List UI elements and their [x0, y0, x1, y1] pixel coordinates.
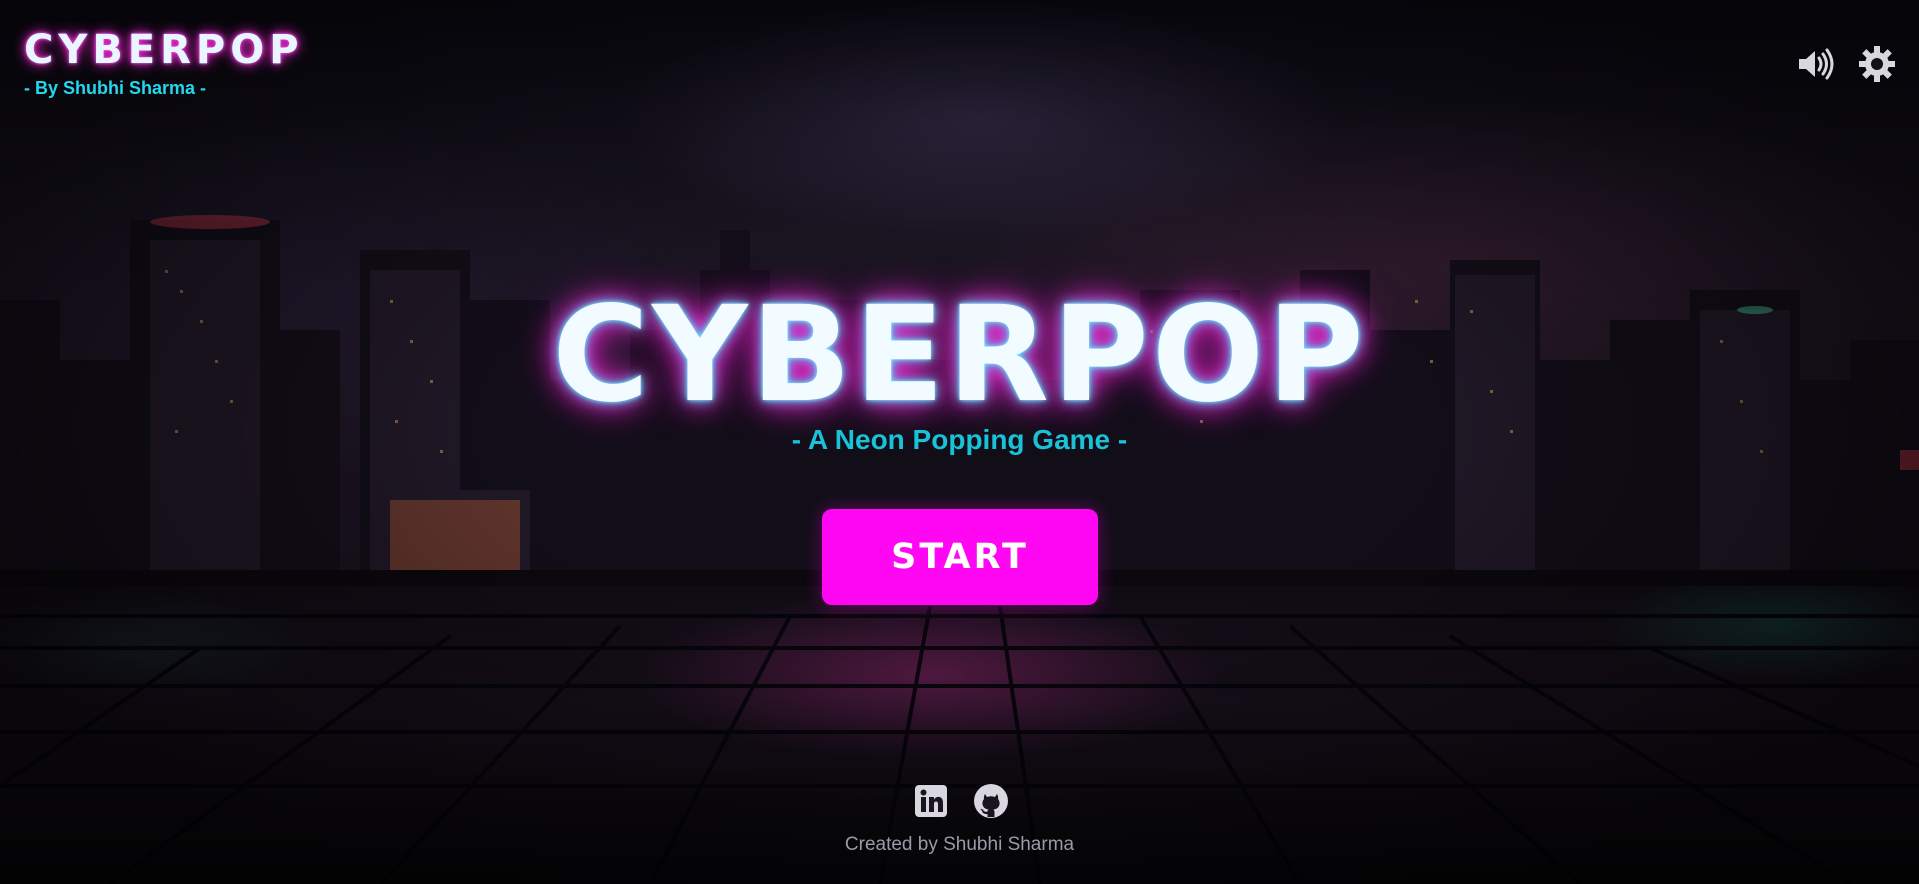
footer — [0, 758, 1919, 884]
brand-title: CYBERPOP — [24, 27, 304, 73]
github-icon[interactable] — [973, 783, 1009, 819]
linkedin-icon[interactable] — [913, 783, 949, 819]
social-links — [913, 783, 1009, 819]
game-tagline: - A Neon Popping Game - — [791, 424, 1128, 455]
top-controls — [1795, 44, 1897, 84]
game-title: CYBERPOP — [552, 278, 1367, 432]
start-button[interactable]: START — [822, 509, 1098, 605]
credit-text: Created by Shubhi Sharma — [844, 834, 1075, 855]
speaker-volume-icon[interactable] — [1795, 44, 1835, 84]
brand-logo: CYBERPOP - By Shubhi Sharma - — [24, 26, 304, 99]
gear-icon[interactable] — [1857, 44, 1897, 84]
brand-subtitle: - By Shubhi Sharma - — [24, 78, 207, 98]
